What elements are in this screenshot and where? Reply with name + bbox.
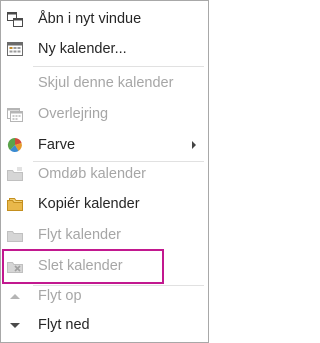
rename-calendar-icon (6, 165, 24, 183)
menu-item-move-calendar[interactable]: Flyt kalender (1, 220, 208, 251)
menu-item-new-calendar[interactable]: Ny kalender... (1, 34, 208, 65)
move-down-icon (6, 316, 24, 334)
overlay-icon (6, 105, 24, 123)
copy-calendar-icon (6, 195, 24, 213)
menu-item-move-up[interactable]: Flyt op (1, 281, 208, 312)
menu-item-open-new-window[interactable]: Åbn i nyt vindue (1, 4, 208, 35)
open-new-window-icon (6, 10, 24, 28)
menu-item-label: Skjul denne kalender (38, 75, 174, 91)
new-calendar-icon (6, 40, 24, 58)
menu-item-label: Ny kalender... (38, 41, 127, 57)
menu-item-label: Flyt kalender (38, 227, 122, 243)
menu-item-label: Åbn i nyt vindue (38, 11, 142, 27)
delete-calendar-icon (6, 257, 24, 275)
color-icon (6, 136, 24, 154)
menu-item-delete-calendar[interactable]: Slet kalender (1, 251, 208, 282)
menu-item-rename-calendar[interactable]: Omdøb kalender (1, 159, 208, 190)
menu-item-label: Flyt ned (38, 317, 90, 333)
menu-item-move-down[interactable]: Flyt ned (1, 310, 208, 341)
menu-separator (33, 66, 204, 67)
menu-item-label: Overlejring (38, 106, 109, 122)
menu-item-label: Farve (38, 137, 76, 153)
menu-item-label: Omdøb kalender (38, 166, 146, 182)
menu-item-hide-calendar[interactable]: Skjul denne kalender (1, 68, 208, 99)
calendar-context-menu: Åbn i nyt vindue Ny kalender... Skjul de… (0, 0, 209, 343)
menu-item-overlay[interactable]: Overlejring (1, 99, 208, 130)
menu-item-copy-calendar[interactable]: Kopiér kalender (1, 189, 208, 220)
menu-item-label: Kopiér kalender (38, 196, 140, 212)
menu-item-label: Slet kalender (38, 258, 123, 274)
menu-item-label: Flyt op (38, 288, 82, 304)
move-calendar-icon (6, 226, 24, 244)
move-up-icon (6, 287, 24, 305)
menu-item-color[interactable]: Farve (1, 130, 208, 161)
submenu-arrow-icon (192, 141, 196, 149)
